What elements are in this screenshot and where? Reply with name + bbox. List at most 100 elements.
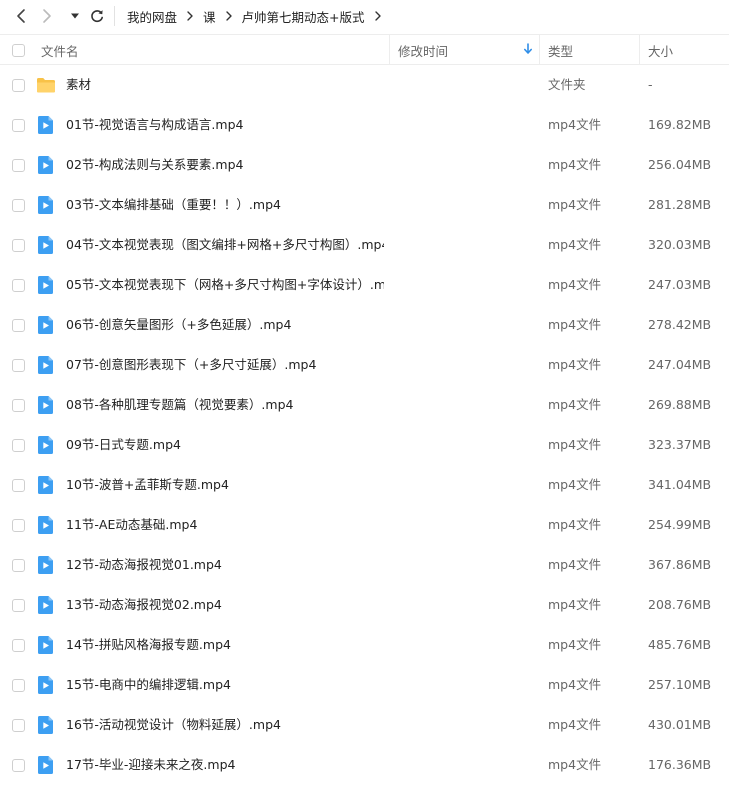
video-file-icon [36, 115, 56, 135]
file-name[interactable]: 17节-毕业-迎接未来之夜.mp4 [66, 745, 384, 785]
file-row[interactable]: 17节-毕业-迎接未来之夜.mp4 mp4文件 176.36MB [0, 745, 729, 785]
file-list-header: 文件名 修改时间 类型 大小 [0, 34, 729, 65]
file-name[interactable]: 07节-创意图形表现下（+多尺寸延展）.mp4 [66, 345, 384, 385]
file-row[interactable]: 08节-各种肌理专题篇（视觉要素）.mp4 mp4文件 269.88MB [0, 385, 729, 425]
toolbar: 我的网盘 课 卢帅第七期动态+版式 [0, 0, 729, 32]
file-name[interactable]: 02节-构成法则与关系要素.mp4 [66, 145, 384, 185]
row-checkbox[interactable] [12, 199, 25, 212]
row-checkbox[interactable] [12, 559, 25, 572]
row-checkbox[interactable] [12, 239, 25, 252]
chevron-left-icon [17, 9, 25, 23]
file-name[interactable]: 13节-动态海报视觉02.mp4 [66, 585, 384, 625]
row-checkbox[interactable] [12, 79, 25, 92]
file-row[interactable]: 09节-日式专题.mp4 mp4文件 323.37MB [0, 425, 729, 465]
file-row[interactable]: 14节-拼贴风格海报专题.mp4 mp4文件 485.76MB [0, 625, 729, 665]
file-row[interactable]: 02节-构成法则与关系要素.mp4 mp4文件 256.04MB [0, 145, 729, 185]
file-row[interactable]: 04节-文本视觉表现（图文编排+网格+多尺寸构图）.mp4 mp4文件 320.… [0, 225, 729, 265]
file-name[interactable]: 15节-电商中的编排逻辑.mp4 [66, 665, 384, 705]
select-all-checkbox-cell [12, 35, 26, 65]
history-dropdown-button[interactable] [64, 5, 86, 27]
row-checkbox[interactable] [12, 719, 25, 732]
row-checkbox[interactable] [12, 119, 25, 132]
file-size: 485.76MB [648, 637, 712, 652]
file-row[interactable]: 01节-视觉语言与构成语言.mp4 mp4文件 169.82MB [0, 105, 729, 145]
row-checkbox[interactable] [12, 519, 25, 532]
row-checkbox[interactable] [12, 479, 25, 492]
file-name[interactable]: 05节-文本视觉表现下（网格+多尺寸构图+字体设计）.m... [66, 265, 384, 305]
column-header-name[interactable]: 文件名 [41, 35, 390, 65]
file-name[interactable]: 14节-拼贴风格海报专题.mp4 [66, 625, 384, 665]
file-row[interactable]: 13节-动态海报视觉02.mp4 mp4文件 208.76MB [0, 585, 729, 625]
file-name[interactable]: 10节-波普+孟菲斯专题.mp4 [66, 465, 384, 505]
row-checkbox[interactable] [12, 159, 25, 172]
file-name[interactable]: 08节-各种肌理专题篇（视觉要素）.mp4 [66, 385, 384, 425]
column-header-size[interactable]: 大小 [640, 35, 729, 65]
breadcrumb-item-current-folder[interactable]: 卢帅第七期动态+版式 [242, 7, 365, 26]
row-checkbox[interactable] [12, 639, 25, 652]
row-checkbox[interactable] [12, 359, 25, 372]
toolbar-divider [114, 6, 115, 26]
breadcrumb-item-my-drive[interactable]: 我的网盘 [127, 7, 177, 26]
file-name[interactable]: 11节-AE动态基础.mp4 [66, 505, 384, 545]
file-name[interactable]: 12节-动态海报视觉01.mp4 [66, 545, 384, 585]
row-checkbox[interactable] [12, 759, 25, 772]
caret-down-icon [71, 13, 79, 19]
row-checkbox[interactable] [12, 599, 25, 612]
video-file-icon [36, 715, 56, 735]
file-type: mp4文件 [548, 157, 602, 172]
file-row[interactable]: 16节-活动视觉设计（物料延展）.mp4 mp4文件 430.01MB [0, 705, 729, 745]
file-size: 320.03MB [648, 237, 712, 252]
file-name[interactable]: 06节-创意矢量图形（+多色延展）.mp4 [66, 305, 384, 345]
file-name[interactable]: 16节-活动视觉设计（物料延展）.mp4 [66, 705, 384, 745]
file-size: 208.76MB [648, 597, 712, 612]
video-file-icon [36, 395, 56, 415]
video-file-icon [36, 515, 56, 535]
file-size: 256.04MB [648, 157, 712, 172]
refresh-icon [91, 10, 103, 23]
file-row[interactable]: 03节-文本编排基础（重要！！）.mp4 mp4文件 281.28MB [0, 185, 729, 225]
chevron-right-icon[interactable] [374, 11, 384, 21]
file-type: mp4文件 [548, 317, 602, 332]
file-type: mp4文件 [548, 397, 602, 412]
file-name[interactable]: 素材 [66, 65, 384, 105]
row-checkbox[interactable] [12, 399, 25, 412]
chevron-right-icon [225, 11, 235, 21]
video-file-icon [36, 635, 56, 655]
video-file-icon [36, 595, 56, 615]
file-row[interactable]: 10节-波普+孟菲斯专题.mp4 mp4文件 341.04MB [0, 465, 729, 505]
video-file-icon [36, 155, 56, 175]
file-row[interactable]: 素材 文件夹 - [0, 65, 729, 105]
file-type: 文件夹 [548, 77, 586, 92]
file-row[interactable]: 15节-电商中的编排逻辑.mp4 mp4文件 257.10MB [0, 665, 729, 705]
row-checkbox[interactable] [12, 679, 25, 692]
file-size: 169.82MB [648, 117, 712, 132]
file-row[interactable]: 07节-创意图形表现下（+多尺寸延展）.mp4 mp4文件 247.04MB [0, 345, 729, 385]
file-type: mp4文件 [548, 597, 602, 612]
row-checkbox[interactable] [12, 319, 25, 332]
file-size: 254.99MB [648, 517, 712, 532]
file-row[interactable]: 06节-创意矢量图形（+多色延展）.mp4 mp4文件 278.42MB [0, 305, 729, 345]
file-name[interactable]: 04节-文本视觉表现（图文编排+网格+多尺寸构图）.mp4 [66, 225, 384, 265]
sort-descending-icon [524, 43, 532, 54]
column-header-type[interactable]: 类型 [540, 35, 640, 65]
back-button[interactable] [10, 5, 32, 27]
row-checkbox[interactable] [12, 439, 25, 452]
video-file-icon [36, 435, 56, 455]
file-name[interactable]: 03节-文本编排基础（重要！！）.mp4 [66, 185, 384, 225]
file-name[interactable]: 01节-视觉语言与构成语言.mp4 [66, 105, 384, 145]
file-row[interactable]: 12节-动态海报视觉01.mp4 mp4文件 367.86MB [0, 545, 729, 585]
breadcrumb-item-course[interactable]: 课 [203, 7, 216, 26]
video-file-icon [36, 275, 56, 295]
row-checkbox[interactable] [12, 279, 25, 292]
file-name[interactable]: 09节-日式专题.mp4 [66, 425, 384, 465]
refresh-button[interactable] [86, 5, 108, 27]
file-size: 247.04MB [648, 357, 712, 372]
file-type: mp4文件 [548, 637, 602, 652]
file-size: 257.10MB [648, 677, 712, 692]
file-row[interactable]: 11节-AE动态基础.mp4 mp4文件 254.99MB [0, 505, 729, 545]
file-row[interactable]: 05节-文本视觉表现下（网格+多尺寸构图+字体设计）.m... mp4文件 24… [0, 265, 729, 305]
select-all-checkbox[interactable] [12, 43, 25, 57]
forward-button[interactable] [36, 5, 58, 27]
column-header-modified[interactable]: 修改时间 [390, 35, 540, 65]
chevron-right-icon [186, 11, 196, 21]
